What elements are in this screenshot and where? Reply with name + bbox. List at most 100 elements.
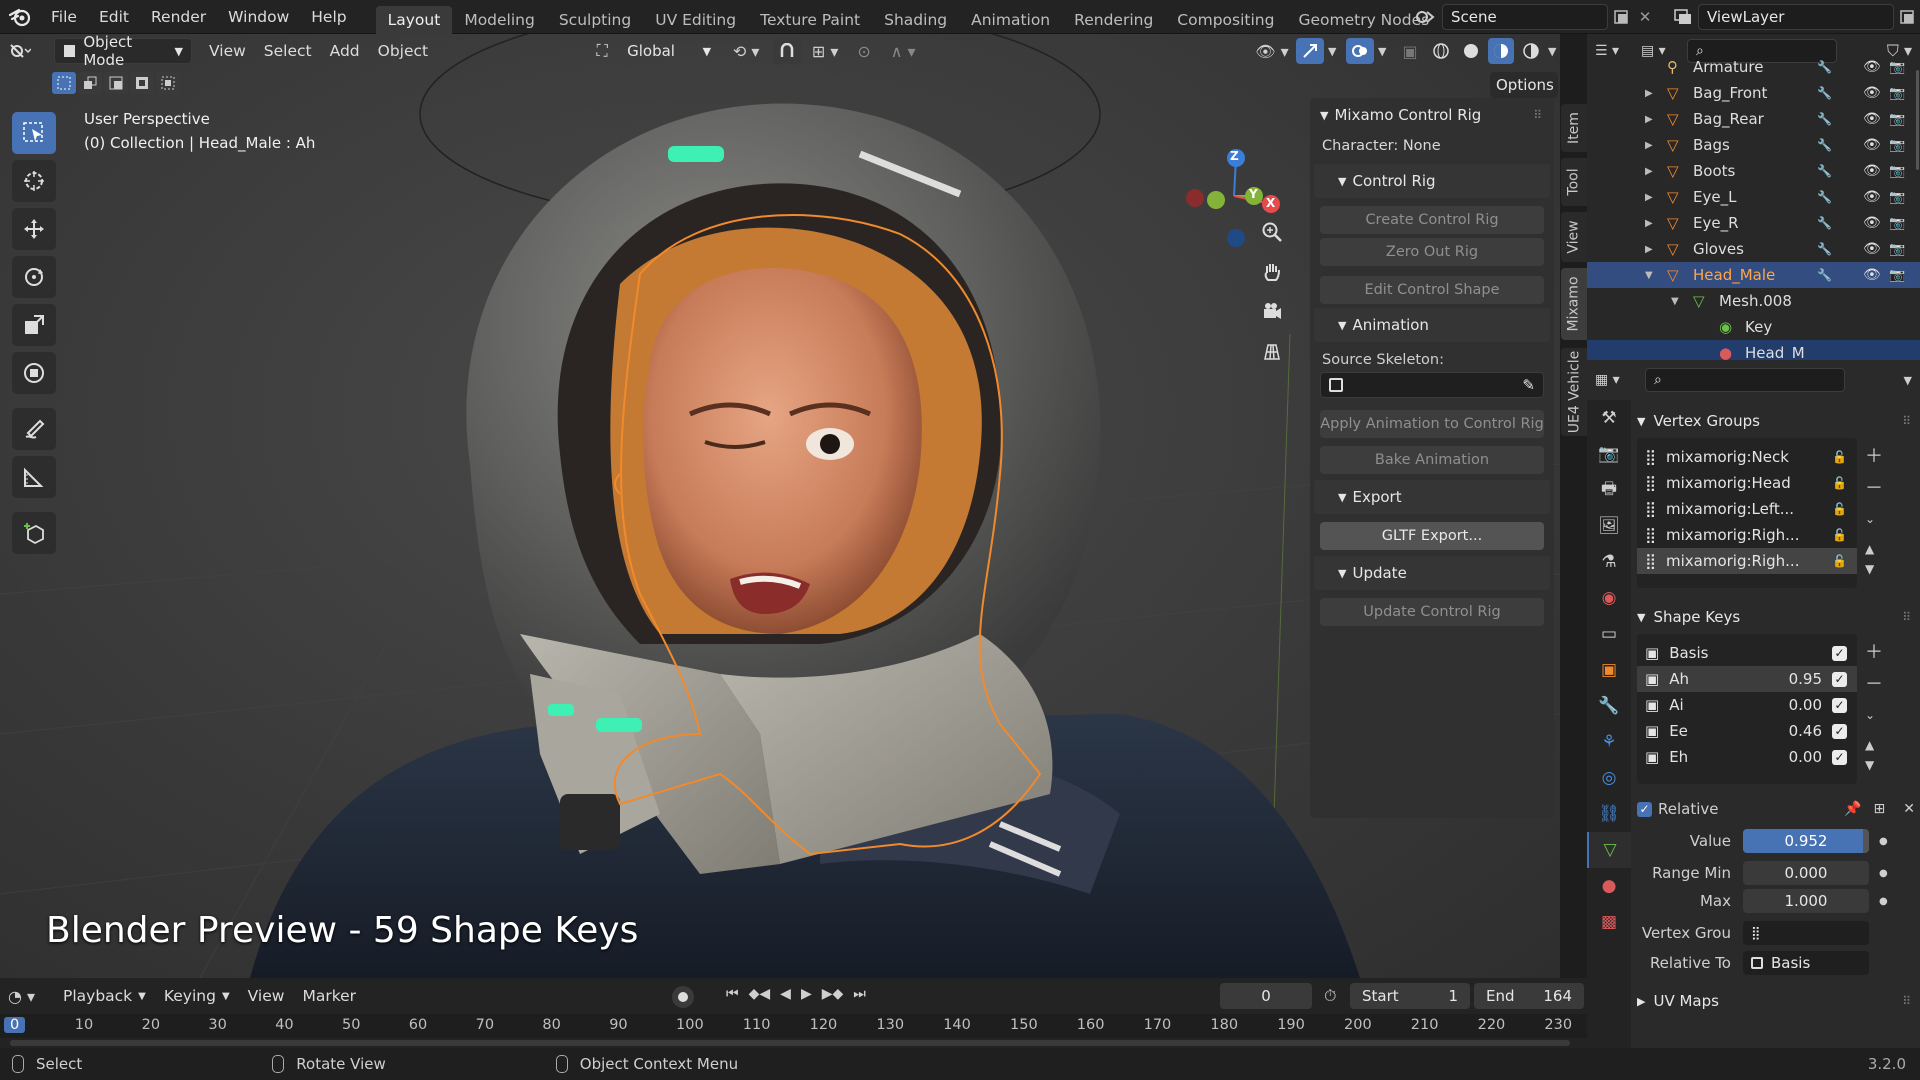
timeline-menu-playback[interactable]: Playback ▼ xyxy=(54,983,155,1009)
outliner-item[interactable]: ▶ ▽ Gloves 🔧 👁 📷 xyxy=(1587,236,1920,262)
eye-icon[interactable]: 👁 xyxy=(1863,85,1881,101)
zoom-icon[interactable] xyxy=(1256,216,1288,248)
tab-animation[interactable]: Animation xyxy=(959,6,1062,34)
camera-render-icon[interactable]: 📷 xyxy=(1889,268,1905,283)
range-min-field[interactable]: 0.000 xyxy=(1743,861,1869,885)
shape-key-mute-checkbox[interactable]: ✓ xyxy=(1832,723,1847,739)
mixamo-panel-header[interactable]: ▼ Mixamo Control Rig ⠿ xyxy=(1310,98,1554,132)
modifier-wrench-icon[interactable]: 🔧 xyxy=(1817,60,1832,74)
move-up-icon[interactable]: ▲ xyxy=(1865,738,1883,752)
move-down-icon[interactable]: ▼ xyxy=(1865,758,1883,772)
update-control-rig-button[interactable]: Update Control Rig xyxy=(1320,598,1544,626)
properties-editor-icon[interactable]: ▦ ▾ xyxy=(1595,372,1635,388)
pan-hand-icon[interactable] xyxy=(1256,256,1288,288)
shape-key-item[interactable]: ▣ Basis ✓ xyxy=(1637,640,1857,666)
viewport-menu-add[interactable]: Add xyxy=(321,38,369,64)
falloff-icon[interactable]: ∧ ▾ xyxy=(883,42,923,61)
texture-properties-icon[interactable]: ▩ xyxy=(1587,904,1631,940)
camera-render-icon[interactable]: 📷 xyxy=(1889,60,1905,75)
chevron-right-icon[interactable]: ▶ xyxy=(1645,192,1653,203)
timeline-scrollbar[interactable] xyxy=(10,1040,1570,1046)
viewport-menu-select[interactable]: Select xyxy=(255,38,321,64)
relative-checkbox[interactable]: ✓ xyxy=(1637,801,1652,817)
tool-properties-icon[interactable]: ⚒ xyxy=(1587,400,1631,436)
shape-key-value[interactable]: 0.95 xyxy=(1789,670,1822,688)
view-layer-icon[interactable] xyxy=(1668,3,1698,31)
chevron-right-icon[interactable]: ▶ xyxy=(1645,140,1653,151)
select-intersect-icon[interactable] xyxy=(156,72,180,94)
relative-to-field[interactable]: Basis xyxy=(1743,951,1869,975)
add-shape-key-icon[interactable]: ＋ xyxy=(1865,638,1883,664)
rendered-shading-icon[interactable] xyxy=(1518,42,1544,60)
select-subtract-icon[interactable] xyxy=(104,72,128,94)
eye-icon[interactable]: 👁 xyxy=(1863,111,1881,127)
export-subpanel-header[interactable]: ▼ Export xyxy=(1314,480,1550,514)
control-rig-subpanel-header[interactable]: ▼ Control Rig xyxy=(1314,164,1550,198)
apply-animation-button[interactable]: Apply Animation to Control Rig xyxy=(1320,410,1544,438)
camera-render-icon[interactable]: 📷 xyxy=(1889,138,1905,153)
chevron-right-icon[interactable]: ▶ xyxy=(1645,166,1653,177)
tab-layout[interactable]: Layout xyxy=(375,5,453,34)
vertex-group-item[interactable]: ⣿ mixamorig:Head 🔓 xyxy=(1637,470,1857,496)
tab-modeling[interactable]: Modeling xyxy=(452,6,547,34)
snap-target-icon[interactable]: ⊞ ▾ xyxy=(805,42,845,61)
modifier-wrench-icon[interactable]: 🔧 xyxy=(1817,138,1832,152)
new-view-layer-icon[interactable] xyxy=(1894,4,1920,30)
viewport-menu-view[interactable]: View xyxy=(200,38,255,64)
lock-icon[interactable]: 🔓 xyxy=(1832,554,1847,568)
outliner-item[interactable]: ⚲ Armature 🔧 👁 📷 xyxy=(1587,54,1920,80)
camera-view-icon[interactable] xyxy=(1256,296,1288,328)
gizmo-dropdown-icon[interactable]: ▼ xyxy=(1328,45,1342,58)
shape-key-value[interactable]: 0.00 xyxy=(1789,696,1822,714)
transform-tool-icon[interactable] xyxy=(12,352,56,394)
menu-help[interactable]: Help xyxy=(300,0,357,34)
ortho-grid-icon[interactable] xyxy=(1256,336,1288,368)
keyframe-dot-icon[interactable]: ● xyxy=(1879,836,1888,847)
modifier-wrench-icon[interactable]: 🔧 xyxy=(1817,216,1832,230)
delete-scene-icon[interactable]: ✕ xyxy=(1634,8,1656,26)
current-frame-field[interactable]: 0 xyxy=(1220,983,1312,1009)
drag-handle-icon[interactable]: ⠿ xyxy=(1902,994,1911,1008)
camera-render-icon[interactable]: 📷 xyxy=(1889,164,1905,179)
camera-render-icon[interactable]: 📷 xyxy=(1889,242,1905,257)
vertex-group-item[interactable]: ⣿ mixamorig:Left... 🔓 xyxy=(1637,496,1857,522)
outliner-item[interactable]: ▶ ▽ Eye_L 🔧 👁 📷 xyxy=(1587,184,1920,210)
options-dropdown[interactable]: Options ▼ xyxy=(1490,72,1560,98)
animation-subpanel-header[interactable]: ▼ Animation xyxy=(1314,308,1550,342)
play-icon[interactable]: ▶ xyxy=(801,986,812,1002)
shape-key-item[interactable]: ▣ Ah 0.95 ✓ xyxy=(1637,666,1857,692)
add-cube-tool-icon[interactable] xyxy=(12,512,56,554)
camera-render-icon[interactable]: 📷 xyxy=(1889,86,1905,101)
shading-dropdown-icon[interactable]: ▼ xyxy=(1548,45,1560,58)
tab-compositing[interactable]: Compositing xyxy=(1165,6,1286,34)
view-layer-selector[interactable]: ViewLayer xyxy=(1698,4,1894,30)
camera-render-icon[interactable]: 📷 xyxy=(1889,216,1905,231)
eye-icon[interactable]: 👁 xyxy=(1863,241,1881,257)
end-frame-field[interactable]: End 164 xyxy=(1474,983,1584,1009)
tab-texture-paint[interactable]: Texture Paint xyxy=(748,6,872,34)
select-invert-icon[interactable] xyxy=(130,72,154,94)
vertex-group-item[interactable]: ⣿ mixamorig:Neck 🔓 xyxy=(1637,444,1857,470)
data-properties-icon[interactable]: ▽ xyxy=(1587,832,1631,868)
jump-start-icon[interactable]: ⏮ xyxy=(726,986,739,1002)
tab-ue4-vehicle[interactable]: UE4 Vehicle xyxy=(1561,348,1587,436)
frame-ruler[interactable]: 0 10 20 30 40 50 60 70 80 90 100 110 120 130 140 150 160… xyxy=(0,1014,1587,1038)
outliner-item[interactable]: ▶ ▽ Bag_Rear 🔧 👁 📷 xyxy=(1587,106,1920,132)
eye-icon[interactable]: 👁 xyxy=(1863,163,1881,179)
physics-properties-icon[interactable]: ◎ xyxy=(1587,760,1631,796)
blender-logo-icon[interactable] xyxy=(0,0,40,34)
modifier-properties-icon[interactable]: 🔧 xyxy=(1587,688,1631,724)
collection-properties-icon[interactable]: ▭ xyxy=(1587,616,1631,652)
jump-end-icon[interactable]: ⏭ xyxy=(853,986,866,1002)
object-mode-dropdown[interactable]: Object Mode ▼ xyxy=(54,34,192,69)
play-reverse-icon[interactable]: ◀ xyxy=(780,986,791,1002)
next-keyframe-icon[interactable]: ▶◆ xyxy=(822,986,844,1002)
uv-maps-header[interactable]: ▶ UV Maps ⠿ xyxy=(1637,984,1915,1018)
timeline-editor-icon[interactable]: ◔ ▾ xyxy=(8,987,54,1006)
drag-handle-icon[interactable]: ⠿ xyxy=(1902,610,1911,624)
modifier-wrench-icon[interactable]: 🔧 xyxy=(1817,164,1832,178)
camera-render-icon[interactable]: 📷 xyxy=(1889,190,1905,205)
lock-icon[interactable]: 🔓 xyxy=(1832,502,1847,516)
timeline-menu-view[interactable]: View xyxy=(239,983,294,1009)
overlays-icon[interactable] xyxy=(1346,38,1374,64)
